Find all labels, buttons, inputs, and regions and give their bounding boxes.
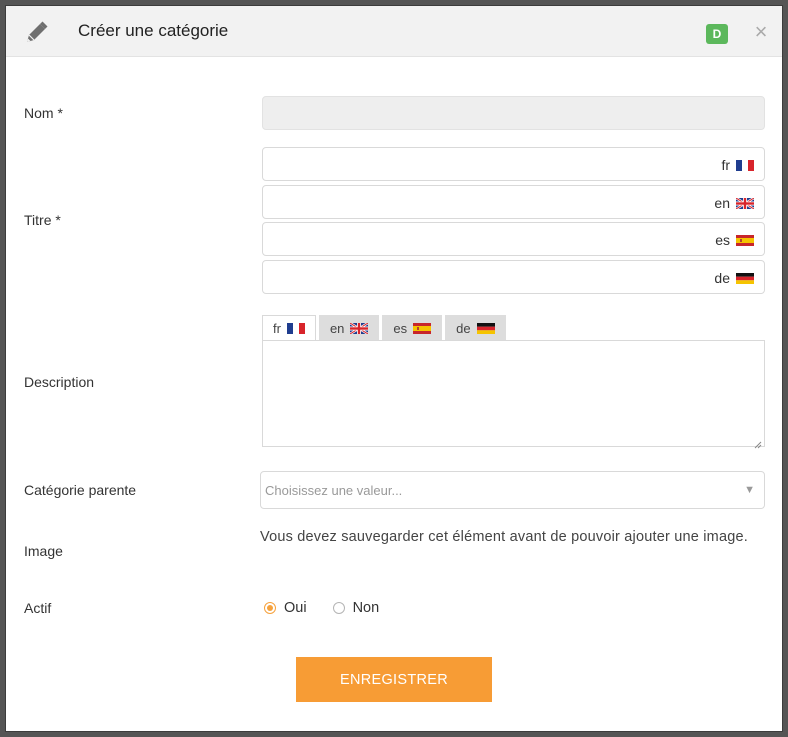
lang-addon-fr: fr — [721, 157, 754, 173]
radio-non[interactable]: Non — [332, 600, 380, 616]
lang-code-de: de — [714, 270, 730, 286]
de-flag-icon — [476, 322, 495, 334]
lang-code-en: en — [714, 195, 730, 211]
tab-description-fr[interactable]: fr — [262, 315, 316, 341]
es-flag-icon — [413, 322, 432, 334]
dialog-title: Créer une catégorie — [78, 21, 229, 40]
titre-field-en[interactable]: en — [262, 185, 765, 219]
tab-label: de — [456, 320, 471, 336]
actif-label: Actif — [24, 600, 52, 616]
radio-label-non: Non — [352, 600, 380, 616]
titre-label: Titre * — [24, 212, 61, 228]
fr-flag-icon — [736, 159, 754, 171]
radio-oui[interactable]: Oui — [264, 600, 307, 616]
uk-flag-icon — [350, 322, 369, 334]
actif-radio-group: Oui Non — [264, 600, 405, 616]
uk-flag-icon — [736, 197, 754, 209]
radio-label-oui: Oui — [284, 600, 307, 616]
lang-addon-en: en — [714, 195, 754, 211]
image-label: Image — [24, 543, 63, 559]
lang-code-fr: fr — [721, 157, 730, 173]
dialog-header: Créer une catégorie D × — [6, 6, 782, 57]
image-save-note: Vous devez sauvegarder cet élément avant… — [260, 529, 748, 545]
parent-category-label: Catégorie parente — [24, 482, 137, 498]
nom-label: Nom * — [24, 105, 63, 121]
pencil-icon — [23, 20, 49, 46]
tab-description-de[interactable]: de — [445, 315, 506, 340]
nom-field[interactable] — [262, 96, 765, 130]
save-button[interactable]: ENREGISTRER — [296, 657, 492, 702]
tab-description-en[interactable]: en — [318, 315, 380, 340]
lang-addon-es: es — [715, 232, 754, 248]
fr-flag-icon — [286, 322, 305, 334]
tab-label: fr — [273, 320, 281, 336]
resize-handle-icon[interactable] — [754, 436, 762, 449]
titre-field-de[interactable]: de — [262, 260, 765, 294]
user-badge[interactable]: D — [706, 24, 728, 44]
titre-field-es[interactable]: es — [262, 222, 765, 256]
tab-description-es[interactable]: es — [382, 315, 443, 340]
lang-addon-de: de — [714, 270, 754, 286]
create-category-dialog: Créer une catégorie D × Nom * Titre * fr… — [6, 6, 782, 731]
radio-button-checked[interactable] — [264, 602, 276, 614]
description-label: Description — [24, 374, 95, 390]
tab-label: es — [393, 320, 408, 336]
chevron-down-icon: ▼ — [744, 484, 755, 496]
lang-code-es: es — [715, 232, 730, 248]
de-flag-icon — [736, 272, 754, 284]
es-flag-icon — [736, 234, 754, 246]
tab-label: en — [329, 320, 345, 336]
description-lang-tabs: fr en es de — [262, 315, 509, 341]
radio-button[interactable] — [332, 602, 345, 614]
titre-field-fr[interactable]: fr — [262, 147, 765, 181]
close-icon[interactable]: × — [751, 21, 771, 43]
description-textarea[interactable] — [262, 340, 765, 449]
select-placeholder: Choisissez une valeur... — [265, 483, 403, 498]
parent-category-select[interactable]: Choisissez une valeur... ▼ — [260, 471, 765, 509]
